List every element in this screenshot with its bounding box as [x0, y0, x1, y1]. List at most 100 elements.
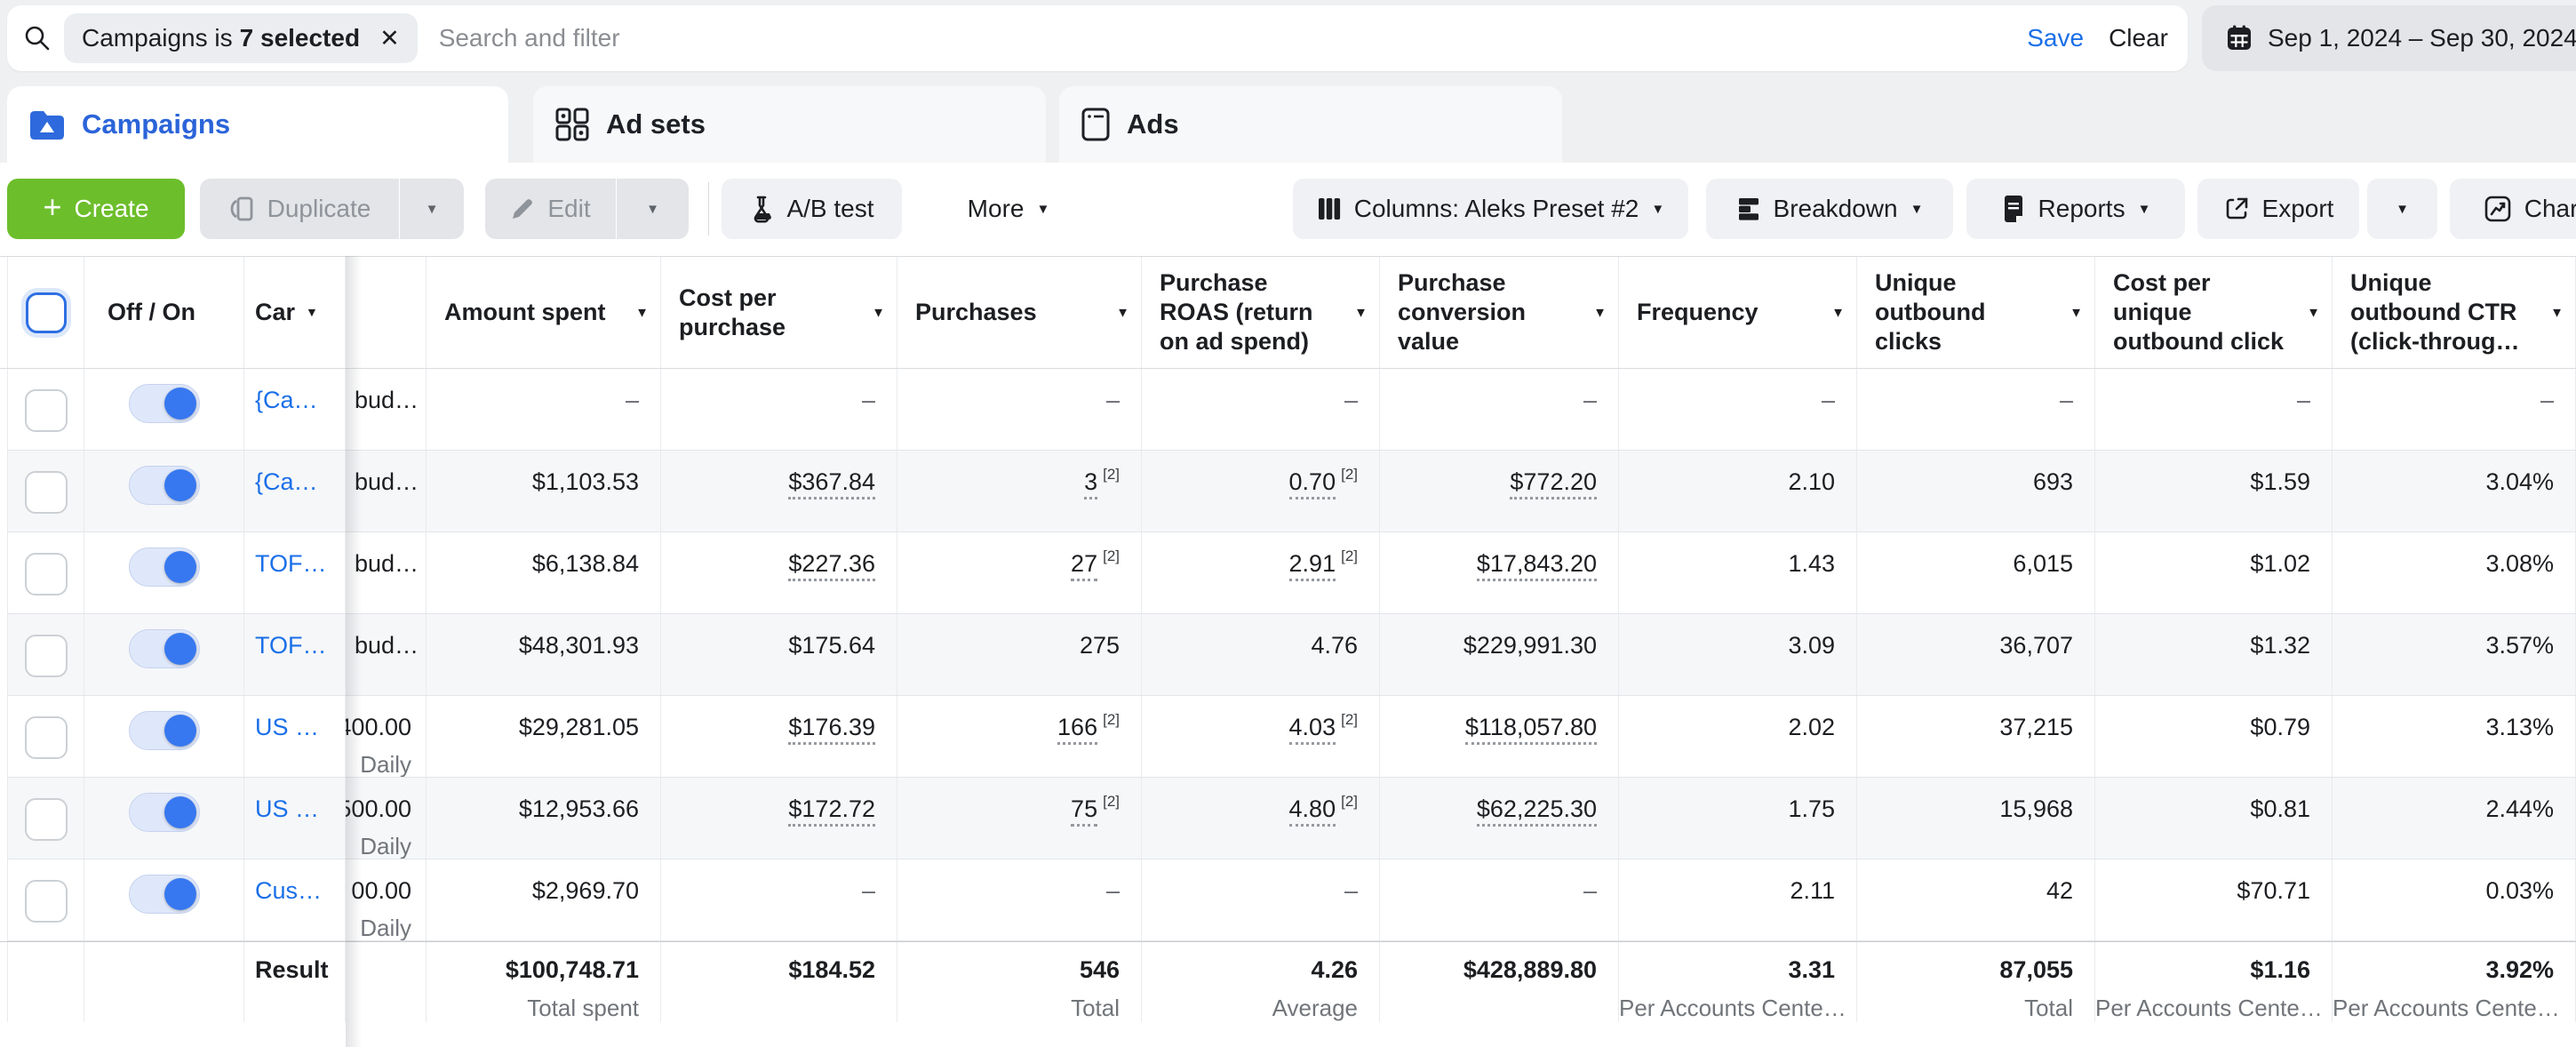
row-checkbox-cell[interactable]	[7, 369, 84, 450]
header-metric[interactable]: Cost per unique outbound click▼	[2095, 257, 2333, 368]
metric-cell: 15,968	[1857, 778, 2095, 859]
footnote-marker: [2]	[1103, 793, 1120, 810]
table-body: {Ca…bud…–––––––––{Ca…bud…$1,103.53$367.8…	[0, 369, 2576, 941]
row-checkbox[interactable]	[25, 880, 68, 923]
row-checkbox[interactable]	[25, 798, 68, 841]
metric-cell: –	[897, 859, 1142, 940]
campaign-link[interactable]: TOF…	[255, 632, 327, 659]
tab-ad-sets[interactable]: Ad sets	[533, 86, 1046, 163]
metric-cell: $367.84	[661, 451, 897, 531]
edit-dropdown-button[interactable]: ▼	[617, 179, 689, 239]
table-row: US …400.00Daily$29,281.05$176.39166[2]4.…	[7, 696, 2576, 778]
tab-campaigns[interactable]: Campaigns	[7, 86, 508, 163]
metric-cell: 37,215	[1857, 696, 2095, 777]
select-all-cell[interactable]	[7, 257, 84, 368]
toggle-cell[interactable]	[84, 532, 244, 613]
row-checkbox[interactable]	[25, 716, 68, 759]
header-metric[interactable]: Cost per purchase▼	[661, 257, 897, 368]
result-sublabel: Average	[1142, 995, 1358, 1022]
export-button[interactable]: Export	[2197, 179, 2359, 239]
metric-cell: 2.91[2]	[1142, 532, 1380, 613]
header-metric[interactable]: Purchase ROAS (return on ad spend)▼	[1142, 257, 1380, 368]
metric-cell: –	[1857, 369, 2095, 450]
metric-cell: 275	[897, 614, 1142, 695]
header-metric[interactable]: Unique outbound CTR (click-throug…▼	[2333, 257, 2576, 368]
campaign-toggle[interactable]	[129, 711, 200, 750]
header-metric[interactable]: Purchases▼	[897, 257, 1142, 368]
footnote-marker: [2]	[1103, 711, 1120, 728]
row-checkbox-cell[interactable]	[7, 778, 84, 859]
metric-cell: $1.32	[2095, 614, 2333, 695]
toggle-cell[interactable]	[84, 451, 244, 531]
ab-test-button[interactable]: A/B test	[722, 179, 902, 239]
metric-cell: 3.92%Per Accounts Cente…	[2333, 942, 2576, 1022]
row-checkbox-cell[interactable]	[7, 451, 84, 531]
remove-filter-icon[interactable]: ✕	[379, 25, 400, 52]
row-checkbox-cell[interactable]	[7, 859, 84, 940]
header-metric[interactable]: Amount spent▼	[427, 257, 661, 368]
metric-cell: 2.10	[1619, 451, 1857, 531]
result-sublabel: Per Accounts Cente…	[2095, 995, 2310, 1022]
metric-cell: 3.57%	[2333, 614, 2576, 695]
campaign-toggle[interactable]	[129, 629, 200, 668]
campaign-name-cell: {Ca…	[244, 451, 346, 531]
reports-button[interactable]: Reports▼	[1966, 179, 2185, 239]
select-all-checkbox[interactable]	[26, 292, 67, 333]
clear-filter-button[interactable]: Clear	[2109, 24, 2168, 52]
columns-button[interactable]: Columns: Aleks Preset #2▼	[1293, 179, 1688, 239]
create-button[interactable]: + Create	[7, 179, 185, 239]
campaign-toggle[interactable]	[129, 384, 200, 423]
toggle-cell[interactable]	[84, 778, 244, 859]
search-input[interactable]: Search and filter	[439, 24, 2028, 52]
header-metric[interactable]: Unique outbound clicks▼	[1857, 257, 2095, 368]
header-metric[interactable]: Purchase conversion value▼	[1380, 257, 1619, 368]
metric-cell: $1.16Per Accounts Cente…	[2095, 942, 2333, 1022]
row-checkbox[interactable]	[25, 389, 68, 432]
date-range-picker[interactable]: Sep 1, 2024 – Sep 30, 2024	[2202, 5, 2576, 71]
row-checkbox[interactable]	[25, 553, 68, 595]
metric-cell: 75[2]	[897, 778, 1142, 859]
metric-cell: 2.11	[1619, 859, 1857, 940]
result-empty-cell	[346, 942, 427, 1022]
calendar-icon	[2225, 24, 2253, 52]
toggle-cell[interactable]	[84, 369, 244, 450]
campaign-link[interactable]: US …	[255, 714, 319, 740]
duplicate-dropdown-button[interactable]: ▼	[400, 179, 464, 239]
edit-button[interactable]: Edit	[485, 179, 616, 239]
more-button[interactable]: More▼	[942, 179, 1075, 239]
header-metric[interactable]: Frequency▼	[1619, 257, 1857, 368]
campaign-toggle[interactable]	[129, 466, 200, 505]
chevron-down-icon: ▼	[1593, 306, 1607, 319]
toggle-cell[interactable]	[84, 859, 244, 940]
campaign-link[interactable]: US …	[255, 795, 319, 822]
metric-cell: $100,748.71Total spent	[427, 942, 661, 1022]
row-checkbox-cell[interactable]	[7, 696, 84, 777]
toggle-cell[interactable]	[84, 614, 244, 695]
tab-ads[interactable]: Ads	[1059, 86, 1562, 163]
duplicate-button[interactable]: Duplicate	[200, 179, 399, 239]
campaign-link[interactable]: {Ca…	[255, 387, 318, 413]
row-checkbox-cell[interactable]	[7, 532, 84, 613]
campaign-toggle[interactable]	[129, 547, 200, 587]
toggle-knob	[164, 878, 196, 910]
filter-chip[interactable]: Campaigns is 7 selected ✕	[64, 13, 418, 63]
campaign-link[interactable]: Cus…	[255, 877, 322, 904]
export-icon	[2223, 196, 2250, 222]
campaign-link[interactable]: TOF…	[255, 550, 327, 577]
header-campaign[interactable]: Car▼	[244, 257, 346, 368]
trend-chart-icon	[2484, 195, 2512, 223]
search-and-filter-bar[interactable]: Campaigns is 7 selected ✕ Search and fil…	[7, 5, 2188, 71]
campaign-toggle[interactable]	[129, 793, 200, 832]
chart-button[interactable]: Chart	[2450, 179, 2576, 239]
campaign-link[interactable]: {Ca…	[255, 468, 318, 495]
budget-period: Daily	[355, 915, 411, 940]
tab-ad-sets-label: Ad sets	[606, 108, 706, 140]
breakdown-button[interactable]: Breakdown▼	[1706, 179, 1953, 239]
row-checkbox[interactable]	[25, 635, 68, 677]
campaign-toggle[interactable]	[129, 875, 200, 914]
row-checkbox[interactable]	[25, 471, 68, 514]
save-filter-button[interactable]: Save	[2027, 24, 2084, 52]
export-dropdown-button[interactable]: ▼	[2367, 179, 2437, 239]
row-checkbox-cell[interactable]	[7, 614, 84, 695]
toggle-cell[interactable]	[84, 696, 244, 777]
